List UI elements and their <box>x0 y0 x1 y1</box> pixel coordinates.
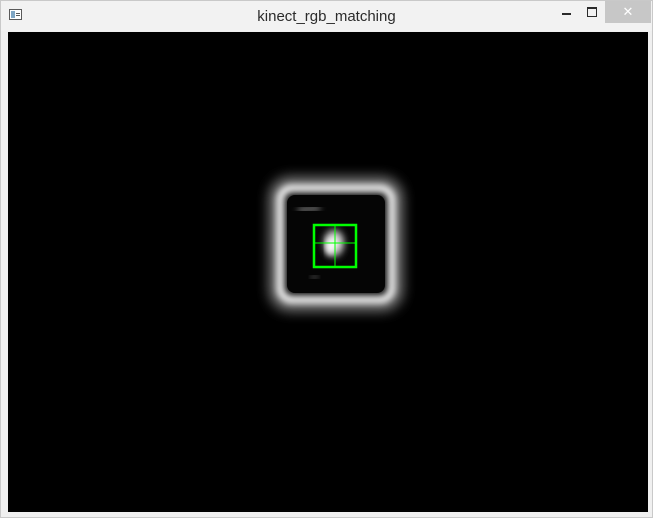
tracked-blob-core <box>326 239 334 255</box>
depth-image <box>269 177 403 311</box>
maximize-icon <box>587 7 597 17</box>
marker-inner-edge <box>297 206 321 212</box>
minimize-icon <box>561 13 571 15</box>
title-bar[interactable]: kinect_rgb_matching ✕ <box>1 1 652 31</box>
maximize-button[interactable] <box>580 1 604 23</box>
close-icon: ✕ <box>622 4 634 20</box>
app-window: kinect_rgb_matching ✕ <box>0 0 653 518</box>
minimize-button[interactable] <box>554 1 578 23</box>
camera-image-view[interactable] <box>8 32 648 512</box>
close-button[interactable]: ✕ <box>605 1 651 23</box>
